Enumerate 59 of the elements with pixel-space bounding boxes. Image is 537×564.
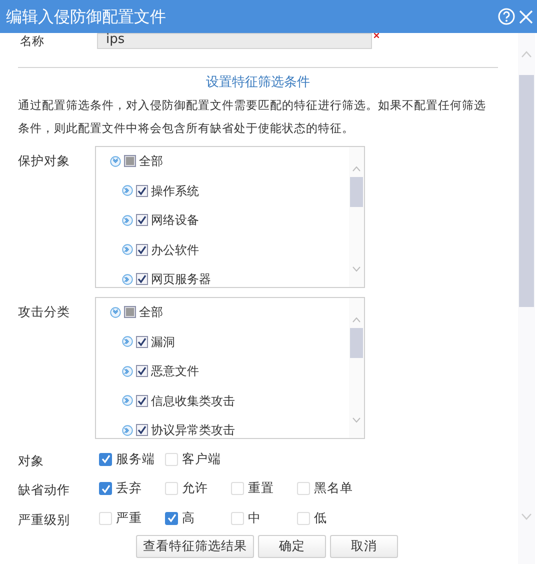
checkbox[interactable] bbox=[136, 365, 148, 378]
field-label: 保护对象 bbox=[18, 152, 71, 170]
expander-icon[interactable] bbox=[122, 424, 133, 436]
option-label: 中 bbox=[248, 508, 261, 527]
tree-item-label[interactable]: 办公软件 bbox=[151, 240, 199, 259]
option-label: 服务端 bbox=[116, 450, 155, 468]
field-label: 名称 bbox=[20, 33, 45, 49]
tree-item-label[interactable]: 信息收集类攻击 bbox=[151, 392, 235, 410]
tree-item-label[interactable]: 网络设备 bbox=[151, 211, 199, 230]
expander-icon[interactable] bbox=[122, 336, 133, 348]
option-label: 高 bbox=[182, 508, 195, 527]
checkbox[interactable] bbox=[124, 306, 136, 318]
expander-icon[interactable] bbox=[122, 274, 133, 285]
checkbox[interactable] bbox=[136, 394, 148, 407]
expander-icon[interactable] bbox=[122, 214, 133, 226]
required-icon bbox=[374, 33, 379, 38]
checkbox[interactable] bbox=[136, 184, 148, 197]
option-label: 丢弃 bbox=[116, 479, 142, 498]
checkbox[interactable] bbox=[165, 512, 178, 525]
checkbox[interactable] bbox=[99, 482, 112, 496]
name-field[interactable]: ips bbox=[97, 33, 372, 49]
checkbox[interactable] bbox=[124, 155, 136, 168]
field-label: 严重级别 bbox=[18, 510, 71, 529]
tree-item-label[interactable]: 协议异常类攻击 bbox=[151, 421, 235, 438]
tree-item-label[interactable]: 漏洞 bbox=[151, 332, 175, 351]
description-text: 通过配置筛选条件，对入侵防御配置文件需要匹配的特征进行筛选。如果不配置任何筛选条件，则此配置文件中将会包含所有缺省处于使能状态的特征。 bbox=[18, 96, 487, 136]
expander-icon[interactable] bbox=[122, 366, 133, 377]
help-icon[interactable] bbox=[498, 8, 515, 25]
dialog-button[interactable]: 取消 bbox=[330, 535, 398, 558]
checkbox[interactable] bbox=[136, 273, 148, 286]
checkbox[interactable] bbox=[136, 244, 148, 256]
tree-item-label[interactable]: 操作系统 bbox=[151, 182, 199, 200]
expander-icon[interactable] bbox=[122, 185, 133, 196]
expander-icon[interactable] bbox=[122, 395, 133, 406]
section-heading: 设置特征筛选条件 bbox=[18, 67, 498, 92]
checkbox[interactable] bbox=[136, 336, 148, 348]
expander-icon[interactable] bbox=[110, 306, 121, 318]
checkbox[interactable] bbox=[136, 214, 148, 226]
option-label: 黑名单 bbox=[314, 479, 353, 498]
tree-item-label[interactable]: 全部 bbox=[139, 152, 163, 170]
tree-item-label[interactable]: 全部 bbox=[139, 303, 163, 322]
checkbox[interactable] bbox=[99, 452, 112, 466]
dialog-button[interactable]: 确定 bbox=[258, 535, 326, 558]
dialog-button[interactable]: 查看特征筛选结果 bbox=[136, 535, 254, 558]
expander-icon[interactable] bbox=[122, 244, 133, 256]
checkbox[interactable] bbox=[136, 424, 148, 436]
window-title: 编辑入侵防御配置文件 bbox=[6, 6, 167, 28]
expander-icon[interactable] bbox=[110, 156, 121, 167]
field-label: 对象 bbox=[18, 452, 45, 470]
option-label: 严重 bbox=[116, 508, 142, 527]
option-label: 允许 bbox=[182, 479, 208, 498]
option-label: 低 bbox=[314, 508, 327, 527]
field-label: 缺省动作 bbox=[18, 481, 71, 500]
close-icon[interactable] bbox=[519, 10, 533, 24]
option-label: 客户端 bbox=[182, 450, 221, 468]
option-label: 重置 bbox=[248, 479, 274, 498]
tree-item-label[interactable]: 恶意文件 bbox=[151, 362, 199, 380]
field-label: 攻击分类 bbox=[18, 302, 71, 320]
tree-item-label[interactable]: 网页服务器 bbox=[151, 270, 211, 286]
